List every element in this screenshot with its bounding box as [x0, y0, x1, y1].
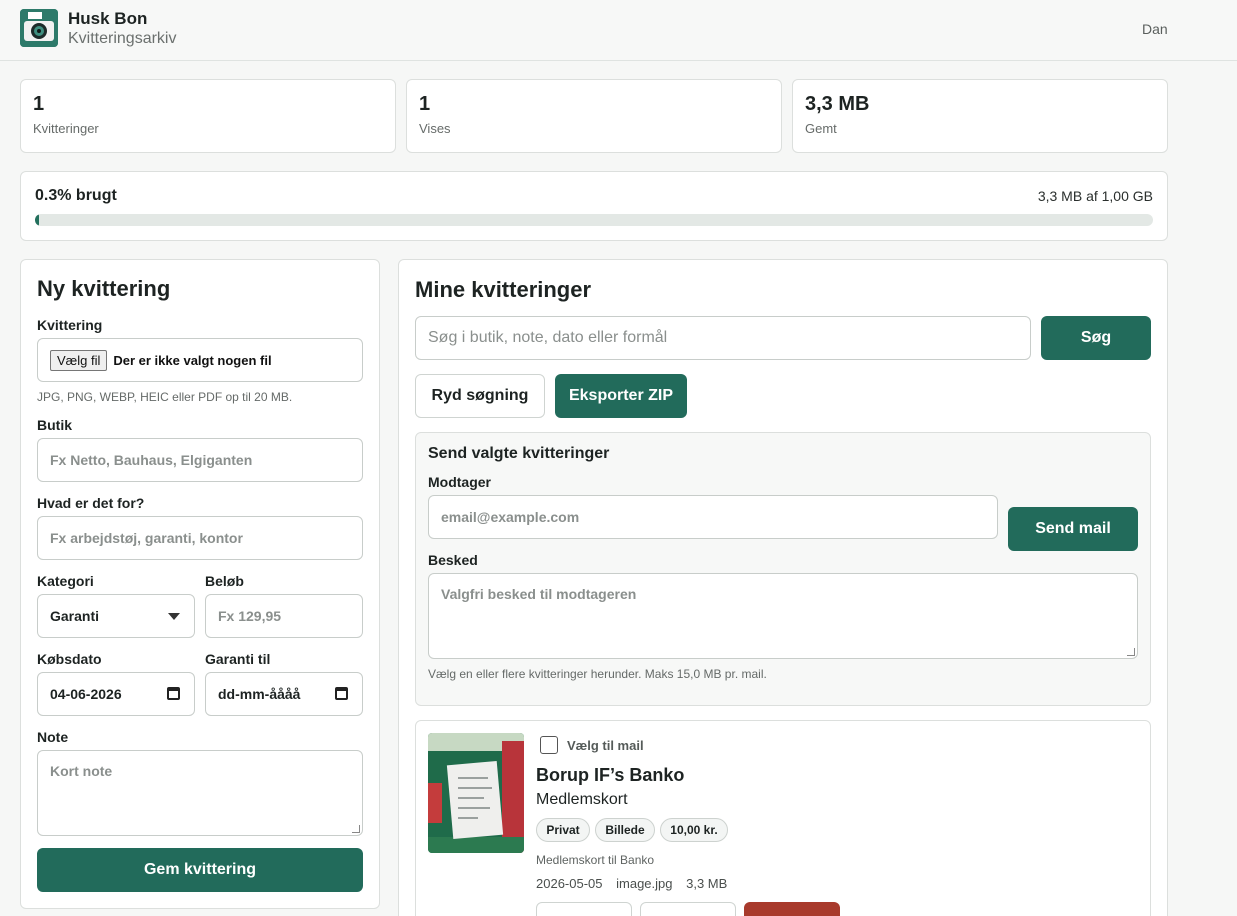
amount-label: Beløb [205, 573, 244, 589]
select-for-mail-label[interactable]: Vælg til mail [567, 738, 644, 753]
purpose-input[interactable]: Fx arbejdstøj, garanti, kontor [37, 516, 363, 560]
category-value: Garanti [50, 608, 100, 624]
amount-input[interactable]: Fx 129,95 [205, 594, 363, 638]
stat-value: 3,3 MB [805, 93, 870, 115]
usage-detail: 3,3 MB af 1,00 GB [1037, 188, 1153, 204]
new-receipt-panel: Ny kvittering Kvittering Vælg fil Der er… [20, 259, 380, 909]
message-placeholder: Valgfri besked til modtageren [441, 586, 637, 602]
warranty-date-value: dd-mm-åååå [218, 686, 301, 702]
stat-value: 1 [33, 93, 45, 115]
send-mail-title: Send valgte kvitteringer [428, 445, 610, 462]
receipt-thumbnail[interactable] [428, 733, 524, 853]
file-status: Der er ikke valgt nogen fil [113, 352, 272, 368]
receipt-card: Vælg til mail Borup IF’s Banko Medlemsko… [415, 720, 1151, 916]
send-mail-button[interactable]: Send mail [1008, 507, 1138, 551]
usage-progress-bar [35, 214, 1153, 226]
file-hint: JPG, PNG, WEBP, HEIC eller PDF op til 20… [37, 390, 293, 404]
app-subtitle: Kvitteringsarkiv [68, 30, 177, 47]
send-mail-panel: Send valgte kvitteringer Modtager email@… [415, 432, 1151, 706]
warranty-label: Garanti til [205, 651, 271, 667]
user-name[interactable]: Dan [1142, 21, 1168, 37]
receipt-meta: 2026-05-05 image.jpg 3,3 MB [536, 876, 727, 891]
calendar-icon[interactable] [167, 687, 180, 700]
export-zip-button[interactable]: Eksporter ZIP [555, 374, 687, 418]
save-receipt-button[interactable]: Gem kvittering [37, 848, 363, 892]
receipt-date: 2026-05-05 [536, 876, 603, 891]
purchase-date-input[interactable]: 04-06-2026 [37, 672, 195, 716]
file-type-chip: Billede [595, 818, 655, 842]
stat-card-shown: 1 Vises [406, 79, 782, 153]
receipts-panel: Mine kvitteringer Søg i butik, note, dat… [398, 259, 1168, 916]
category-chip: Privat [536, 818, 590, 842]
recipient-email-input[interactable]: email@example.com [428, 495, 998, 539]
amount-chip: 10,00 kr. [660, 818, 728, 842]
list-title: Mine kvitteringer [415, 277, 592, 302]
receipt-file-label: Kvittering [37, 317, 103, 333]
choose-file-button[interactable]: Vælg fil [50, 349, 108, 371]
mail-hint: Vælg en eller flere kvitteringer herunde… [428, 667, 767, 681]
stat-label: Vises [419, 121, 451, 136]
note-label: Note [37, 729, 69, 745]
receipt-purpose: Medlemskort [536, 791, 628, 808]
store-label: Butik [37, 417, 72, 433]
receipt-note: Medlemskort til Banko [536, 853, 655, 867]
note-placeholder: Kort note [50, 763, 113, 779]
stat-label: Kvitteringer [33, 121, 99, 136]
resize-handle-icon[interactable] [352, 825, 360, 833]
storage-usage-card: 0.3% brugt 3,3 MB af 1,00 GB [20, 171, 1168, 241]
note-textarea[interactable]: Kort note [37, 750, 363, 836]
recipient-label: Modtager [428, 474, 491, 490]
usage-percent: 0.3% brugt [35, 187, 117, 204]
chevron-down-icon [168, 613, 180, 620]
usage-progress-fill [35, 214, 40, 226]
camera-logo-icon [20, 9, 58, 47]
search-input[interactable]: Søg i butik, note, dato eller formål [415, 316, 1031, 360]
receipt-action-button[interactable] [640, 902, 736, 916]
message-textarea[interactable]: Valgfri besked til modtageren [428, 573, 1138, 659]
category-select[interactable]: Garanti [37, 594, 195, 638]
receipt-action-button[interactable] [536, 902, 632, 916]
search-button[interactable]: Søg [1041, 316, 1151, 360]
delete-receipt-button[interactable] [744, 902, 840, 916]
category-label: Kategori [37, 573, 94, 589]
stat-value: 1 [419, 93, 431, 115]
message-label: Besked [428, 552, 478, 568]
receipt-file-input[interactable]: Vælg fil Der er ikke valgt nogen fil [37, 338, 363, 382]
store-input[interactable]: Fx Netto, Bauhaus, Elgiganten [37, 438, 363, 482]
select-for-mail-checkbox[interactable] [540, 736, 558, 754]
purchase-date-value: 04-06-2026 [50, 686, 122, 702]
receipt-filename: image.jpg [616, 876, 673, 891]
purpose-label: Hvad er det for? [37, 495, 145, 511]
warranty-date-input[interactable]: dd-mm-åååå [205, 672, 363, 716]
calendar-icon[interactable] [335, 687, 348, 700]
receipt-store: Borup IF’s Banko [536, 765, 685, 785]
receipt-size: 3,3 MB [686, 876, 728, 891]
top-bar: Husk Bon Kvitteringsarkiv Dan [0, 0, 1237, 61]
resize-handle-icon[interactable] [1127, 648, 1135, 656]
stat-card-receipts: 1 Kvitteringer [20, 79, 396, 153]
stat-label: Gemt [805, 121, 837, 136]
form-title: Ny kvittering [37, 276, 171, 301]
app-title: Husk Bon [68, 9, 148, 28]
purchase-date-label: Købsdato [37, 651, 102, 667]
stat-card-stored: 3,3 MB Gemt [792, 79, 1168, 153]
clear-search-button[interactable]: Ryd søgning [415, 374, 545, 418]
